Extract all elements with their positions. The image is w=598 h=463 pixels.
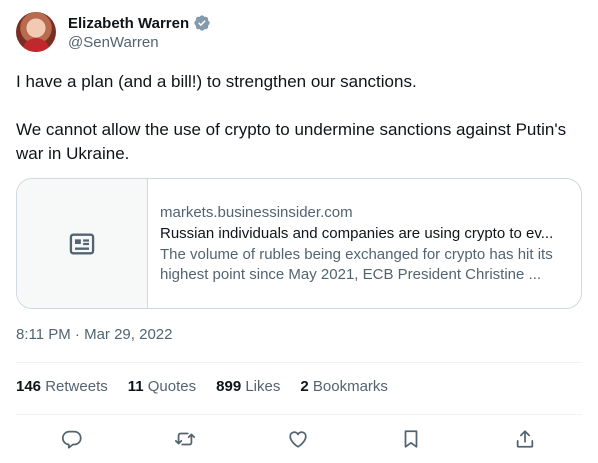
name-row: Elizabeth Warren <box>68 13 211 33</box>
card-body: markets.businessinsider.com Russian indi… <box>148 179 581 308</box>
tweet-text: I have a plan (and a bill!) to strengthe… <box>16 70 582 166</box>
bookmarks-count: 2 <box>300 378 309 395</box>
engagement-stats: 146 Retweets 11 Quotes 899 Likes 2 Bookm… <box>16 378 408 400</box>
author-handle[interactable]: @SenWarren <box>68 34 159 51</box>
retweets-label: Retweets <box>45 378 108 395</box>
bookmarks-stat[interactable]: 2 Bookmarks <box>300 378 388 400</box>
likes-label: Likes <box>245 378 281 395</box>
article-icon <box>69 233 95 254</box>
retweets-stat[interactable]: 146 Retweets <box>16 378 108 400</box>
card-title: Russian individuals and companies are us… <box>160 225 554 242</box>
quotes-stat[interactable]: 11 Quotes <box>128 378 196 400</box>
card-description: The volume of rubles being exchanged for… <box>160 246 553 283</box>
divider <box>16 414 582 415</box>
reply-icon[interactable] <box>61 428 83 450</box>
action-bar <box>16 424 582 456</box>
retweet-icon[interactable] <box>174 428 196 450</box>
tweet-line-2: We cannot allow the use of crypto to und… <box>16 120 567 163</box>
tweet-header: Elizabeth Warren @SenWarren <box>16 12 582 56</box>
card-thumbnail <box>17 179 148 308</box>
link-card[interactable]: markets.businessinsider.com Russian indi… <box>16 178 582 309</box>
tweet-line-1: I have a plan (and a bill!) to strengthe… <box>16 72 417 91</box>
likes-stat[interactable]: 899 Likes <box>216 378 280 400</box>
quotes-label: Quotes <box>147 378 197 395</box>
likes-count: 899 <box>216 378 242 395</box>
card-domain: markets.businessinsider.com <box>160 204 353 221</box>
retweets-count: 146 <box>16 378 42 395</box>
tweet-timestamp[interactable]: 8:11 PM · Mar 29, 2022 <box>16 326 172 343</box>
bookmarks-label: Bookmarks <box>312 378 388 395</box>
like-icon[interactable] <box>287 428 309 450</box>
bookmark-icon[interactable] <box>400 428 422 450</box>
author-name[interactable]: Elizabeth Warren <box>68 15 189 32</box>
verified-badge-icon <box>194 15 210 31</box>
quotes-count: 11 <box>127 378 144 395</box>
share-icon[interactable] <box>514 428 536 450</box>
divider <box>16 362 582 363</box>
avatar[interactable] <box>16 12 56 52</box>
